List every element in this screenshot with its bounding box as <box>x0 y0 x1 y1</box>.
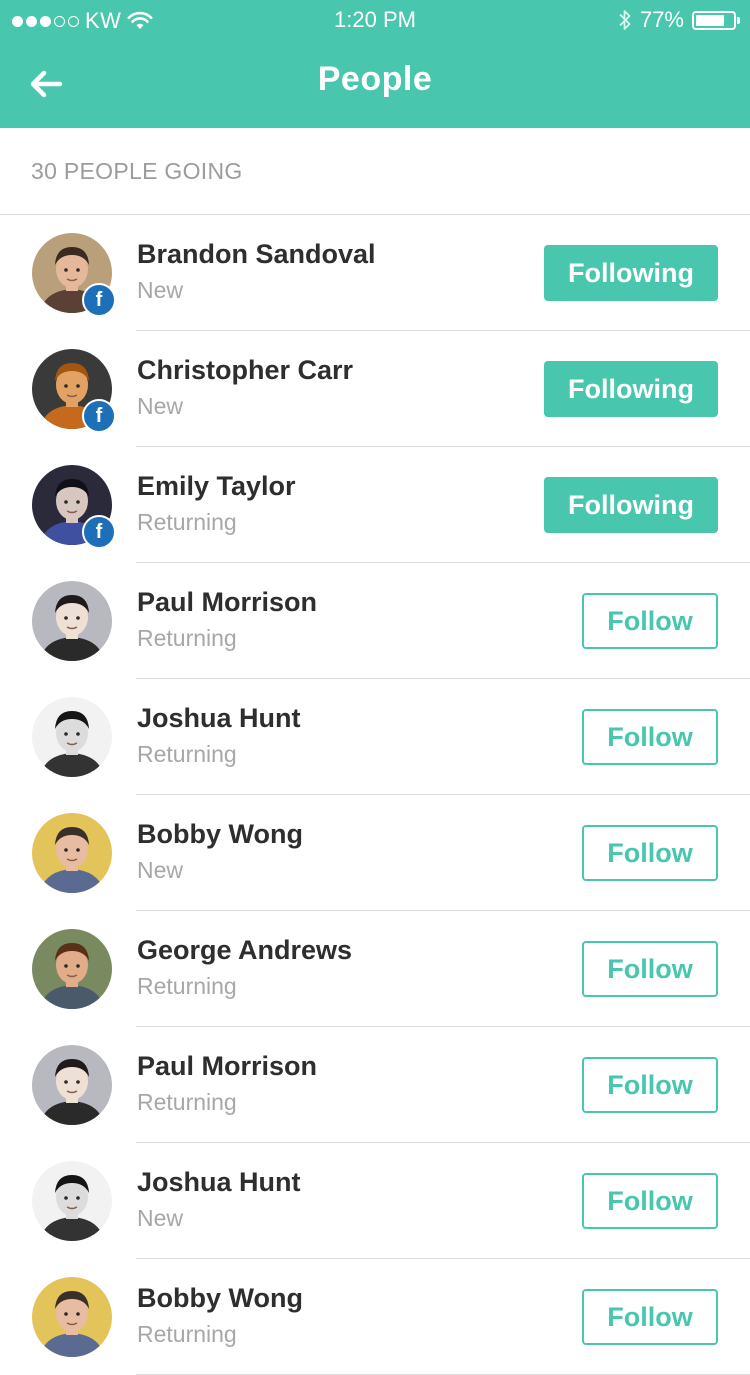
avatar <box>32 813 112 893</box>
person-row[interactable]: George Andrews Returning Follow <box>0 911 750 1027</box>
avatar-container: f <box>32 465 116 549</box>
avatar <box>32 581 112 661</box>
following-button[interactable]: Following <box>544 361 718 417</box>
section-header: 30 PEOPLE GOING <box>0 128 750 215</box>
person-status: New <box>137 393 184 419</box>
avatar-container: f <box>32 233 116 317</box>
status-bar: KW 1:20 PM 77% <box>0 0 750 40</box>
avatar <box>32 929 112 1009</box>
person-name: Joshua Hunt <box>137 1167 301 1197</box>
avatar <box>32 1161 112 1241</box>
person-name: George Andrews <box>137 935 353 965</box>
person-name: Paul Morrison <box>137 587 318 617</box>
person-name: Bobby Wong <box>137 1283 303 1313</box>
follow-button[interactable]: Follow <box>582 709 718 765</box>
status-bar-right: 77% <box>618 7 740 33</box>
person-status: Returning <box>137 1089 237 1115</box>
follow-button[interactable]: Follow <box>582 941 718 997</box>
battery-icon <box>692 10 740 30</box>
follow-button[interactable]: Follow <box>582 1173 718 1229</box>
avatar-container <box>32 813 112 893</box>
person-row[interactable]: Joshua Hunt Returning Follow <box>0 679 750 795</box>
person-row[interactable]: Paul Morrison Returning Follow <box>0 563 750 679</box>
person-status: Returning <box>137 625 237 651</box>
person-name: Joshua Hunt <box>137 703 301 733</box>
battery-percentage: 77% <box>639 7 684 32</box>
person-name: Bobby Wong <box>137 819 303 849</box>
navigation-header: KW 1:20 PM 77% People <box>0 0 750 128</box>
person-row[interactable]: Paul Morrison Returning Follow <box>0 1027 750 1143</box>
person-name: Paul Morrison <box>137 1051 318 1081</box>
people-going-count: 30 PEOPLE GOING <box>31 158 243 184</box>
following-button[interactable]: Following <box>544 245 718 301</box>
person-status: New <box>137 857 184 883</box>
battery-level <box>696 14 724 26</box>
follow-button[interactable]: Follow <box>582 1289 718 1345</box>
person-status: Returning <box>137 973 237 999</box>
person-row[interactable]: Bobby Wong Returning Follow <box>0 1259 750 1375</box>
following-button[interactable]: Following <box>544 477 718 533</box>
follow-button[interactable]: Follow <box>582 593 718 649</box>
facebook-icon: f <box>82 399 116 433</box>
follow-button[interactable]: Follow <box>582 1057 718 1113</box>
person-row[interactable]: Bobby Wong New Follow <box>0 795 750 911</box>
person-name: Emily Taylor <box>137 471 296 501</box>
bluetooth-icon <box>618 8 632 32</box>
facebook-icon: f <box>82 515 116 549</box>
avatar-container <box>32 1161 112 1241</box>
facebook-icon: f <box>82 283 116 317</box>
person-status: Returning <box>137 509 237 535</box>
person-row[interactable]: f Christopher Carr New Following <box>0 331 750 447</box>
avatar-container: f <box>32 349 116 433</box>
avatar-container <box>32 1277 112 1357</box>
avatar-container <box>32 1045 112 1125</box>
avatar <box>32 1045 112 1125</box>
avatar <box>32 1277 112 1357</box>
avatar-container <box>32 697 112 777</box>
person-row[interactable]: f Emily Taylor Returning Following <box>0 447 750 563</box>
person-name: Brandon Sandoval <box>137 239 376 269</box>
person-status: New <box>137 277 184 303</box>
person-name: Christopher Carr <box>137 355 354 385</box>
people-list: f Brandon Sandoval New Following f Christophe… <box>0 215 750 1375</box>
person-status: New <box>137 1205 184 1231</box>
page-title: People <box>317 60 433 98</box>
person-status: Returning <box>137 741 237 767</box>
person-row[interactable]: f Brandon Sandoval New Following <box>0 215 750 331</box>
follow-button[interactable]: Follow <box>582 825 718 881</box>
avatar-container <box>32 581 112 661</box>
avatar-container <box>32 929 112 1009</box>
person-status: Returning <box>137 1321 237 1347</box>
avatar <box>32 697 112 777</box>
person-row[interactable]: Joshua Hunt New Follow <box>0 1143 750 1259</box>
